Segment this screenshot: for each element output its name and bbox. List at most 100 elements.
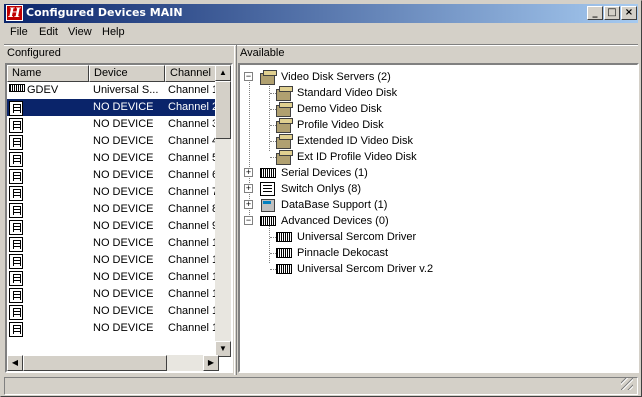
table-row[interactable]: NO DEVICE Channel 3	[7, 116, 219, 133]
tree-node-database-support[interactable]: + DataBase Support (1)	[244, 197, 544, 213]
serial-connector-icon	[260, 216, 276, 226]
expand-toggle[interactable]: +	[244, 200, 253, 209]
tree-leaf-video-disk[interactable]: Demo Video Disk	[276, 101, 526, 117]
collapse-toggle[interactable]: −	[244, 216, 253, 225]
menu-help[interactable]: Help	[102, 26, 125, 38]
table-row[interactable]: NO DEVICE Channel 1	[7, 286, 219, 303]
tree-leaf-advanced-device[interactable]: Universal Sercom Driver	[276, 229, 526, 245]
minimize-button[interactable]: _	[587, 6, 603, 20]
table-row[interactable]: NO DEVICE Channel 9	[7, 218, 219, 235]
window-title: Configured Devices MAIN	[26, 6, 183, 19]
tree-leaf-advanced-device[interactable]: Universal Sercom Driver v.2	[276, 261, 526, 277]
main-window: H Configured Devices MAIN _ □ × File Edi…	[0, 0, 642, 397]
table-row[interactable]: NO DEVICE Channel 1	[7, 320, 219, 337]
scroll-up-button[interactable]: ▲	[215, 65, 231, 81]
tape-device-icon	[9, 186, 23, 201]
tree-node-switch-onlys[interactable]: + Switch Onlys (8)	[244, 181, 544, 197]
expand-toggle[interactable]: +	[244, 184, 253, 193]
table-row[interactable]: NO DEVICE Channel 2	[7, 99, 219, 116]
serial-connector-icon	[260, 168, 276, 178]
tree-leaf-label: Demo Video Disk	[297, 103, 382, 115]
tape-device-icon	[9, 118, 23, 133]
serial-connector-icon	[276, 264, 292, 274]
video-disk-icon	[276, 102, 293, 117]
scroll-left-button[interactable]: ◀	[7, 355, 23, 371]
table-row[interactable]: NO DEVICE Channel 1	[7, 303, 219, 320]
available-tree[interactable]: − Video Disk Servers (2) Standard Video …	[238, 63, 639, 373]
table-row[interactable]: NO DEVICE Channel 1	[7, 269, 219, 286]
tree-node-serial-devices[interactable]: + Serial Devices (1)	[244, 165, 544, 181]
collapse-toggle[interactable]: −	[244, 72, 253, 81]
scroll-right-button[interactable]: ▶	[203, 355, 219, 371]
cell-device: NO DEVICE	[93, 237, 154, 249]
tape-device-icon	[9, 135, 23, 150]
vertical-scrollbar[interactable]: ▲ ▼	[215, 65, 231, 357]
tree-node-label: DataBase Support (1)	[281, 199, 388, 211]
menu-file[interactable]: File	[10, 26, 28, 38]
table-row[interactable]: NO DEVICE Channel 7	[7, 184, 219, 201]
tree-leaf-video-disk[interactable]: Standard Video Disk	[276, 85, 526, 101]
tape-device-icon	[9, 254, 23, 269]
video-disk-icon	[276, 134, 293, 149]
column-header-device[interactable]: Device	[89, 65, 165, 82]
table-row[interactable]: NO DEVICE Channel 5	[7, 150, 219, 167]
table-row[interactable]: NO DEVICE Channel 8	[7, 201, 219, 218]
column-header-channel[interactable]: Channel	[165, 65, 219, 82]
tape-device-icon	[9, 237, 23, 252]
table-row[interactable]: NO DEVICE Channel 1	[7, 235, 219, 252]
video-disk-icon	[276, 118, 293, 133]
tape-device-icon	[9, 152, 23, 167]
h-logo-icon[interactable]: H	[6, 5, 23, 21]
maximize-button[interactable]: □	[604, 6, 620, 20]
resize-grip-icon[interactable]	[621, 378, 633, 390]
configured-list[interactable]: Name Device Channel GDEV Universal S... Ch…	[5, 63, 233, 373]
cell-channel: Channel 8	[168, 203, 219, 215]
menu-edit[interactable]: Edit	[39, 26, 58, 38]
pane-splitter[interactable]	[234, 45, 237, 375]
horizontal-scroll-thumb[interactable]	[23, 355, 167, 371]
menu-separator	[4, 44, 638, 46]
cell-device: NO DEVICE	[93, 288, 154, 300]
tape-device-icon	[9, 220, 23, 235]
tree-node-advanced-devices[interactable]: − Advanced Devices (0)	[244, 213, 544, 229]
cell-device: NO DEVICE	[93, 305, 154, 317]
status-bar	[4, 377, 638, 395]
tree-leaf-video-disk[interactable]: Extended ID Video Disk	[276, 133, 526, 149]
cell-channel: Channel 4	[168, 135, 219, 147]
serial-connector-icon	[276, 232, 292, 242]
tree-node-label: Serial Devices (1)	[281, 167, 368, 179]
cell-device: NO DEVICE	[93, 271, 154, 283]
tape-device-icon	[9, 169, 23, 184]
tree-line	[269, 223, 270, 263]
tree-node-label: Switch Onlys (8)	[281, 183, 362, 195]
vertical-scroll-thumb[interactable]	[215, 81, 231, 139]
cell-device: NO DEVICE	[93, 220, 154, 232]
cell-channel: Channel 1	[168, 237, 219, 249]
expand-toggle[interactable]: +	[244, 168, 253, 177]
cell-channel: Channel 2	[168, 101, 219, 113]
tree-leaf-video-disk[interactable]: Ext ID Profile Video Disk	[276, 149, 526, 165]
column-header-name[interactable]: Name	[7, 65, 89, 82]
close-button[interactable]: ×	[621, 6, 637, 20]
cell-channel: Channel 1	[168, 288, 219, 300]
menu-view[interactable]: View	[68, 26, 92, 38]
cell-channel: Channel 5	[168, 152, 219, 164]
available-header: Available	[240, 47, 285, 59]
tree-leaf-label: Universal Sercom Driver v.2	[297, 263, 434, 275]
horizontal-scrollbar[interactable]: ◀ ▶	[7, 355, 219, 371]
tree-leaf-label: Standard Video Disk	[297, 87, 398, 99]
table-row[interactable]: GDEV Universal S... Channel 1	[7, 82, 219, 99]
tree-leaf-advanced-device[interactable]: Pinnacle Dekocast	[276, 245, 526, 261]
cell-name: GDEV	[27, 84, 59, 96]
tree-leaf-video-disk[interactable]: Profile Video Disk	[276, 117, 526, 133]
table-row[interactable]: NO DEVICE Channel 1	[7, 252, 219, 269]
cell-device: NO DEVICE	[93, 152, 154, 164]
video-disk-server-icon	[260, 70, 277, 85]
table-row[interactable]: NO DEVICE Channel 4	[7, 133, 219, 150]
tree-leaf-label: Profile Video Disk	[297, 119, 384, 131]
table-row[interactable]: NO DEVICE Channel 6	[7, 167, 219, 184]
gdev-device-icon	[9, 84, 25, 92]
title-bar[interactable]: H Configured Devices MAIN _ □ ×	[4, 4, 638, 23]
tree-node-video-disk-servers[interactable]: − Video Disk Servers (2)	[244, 69, 544, 85]
switch-icon	[260, 182, 275, 196]
